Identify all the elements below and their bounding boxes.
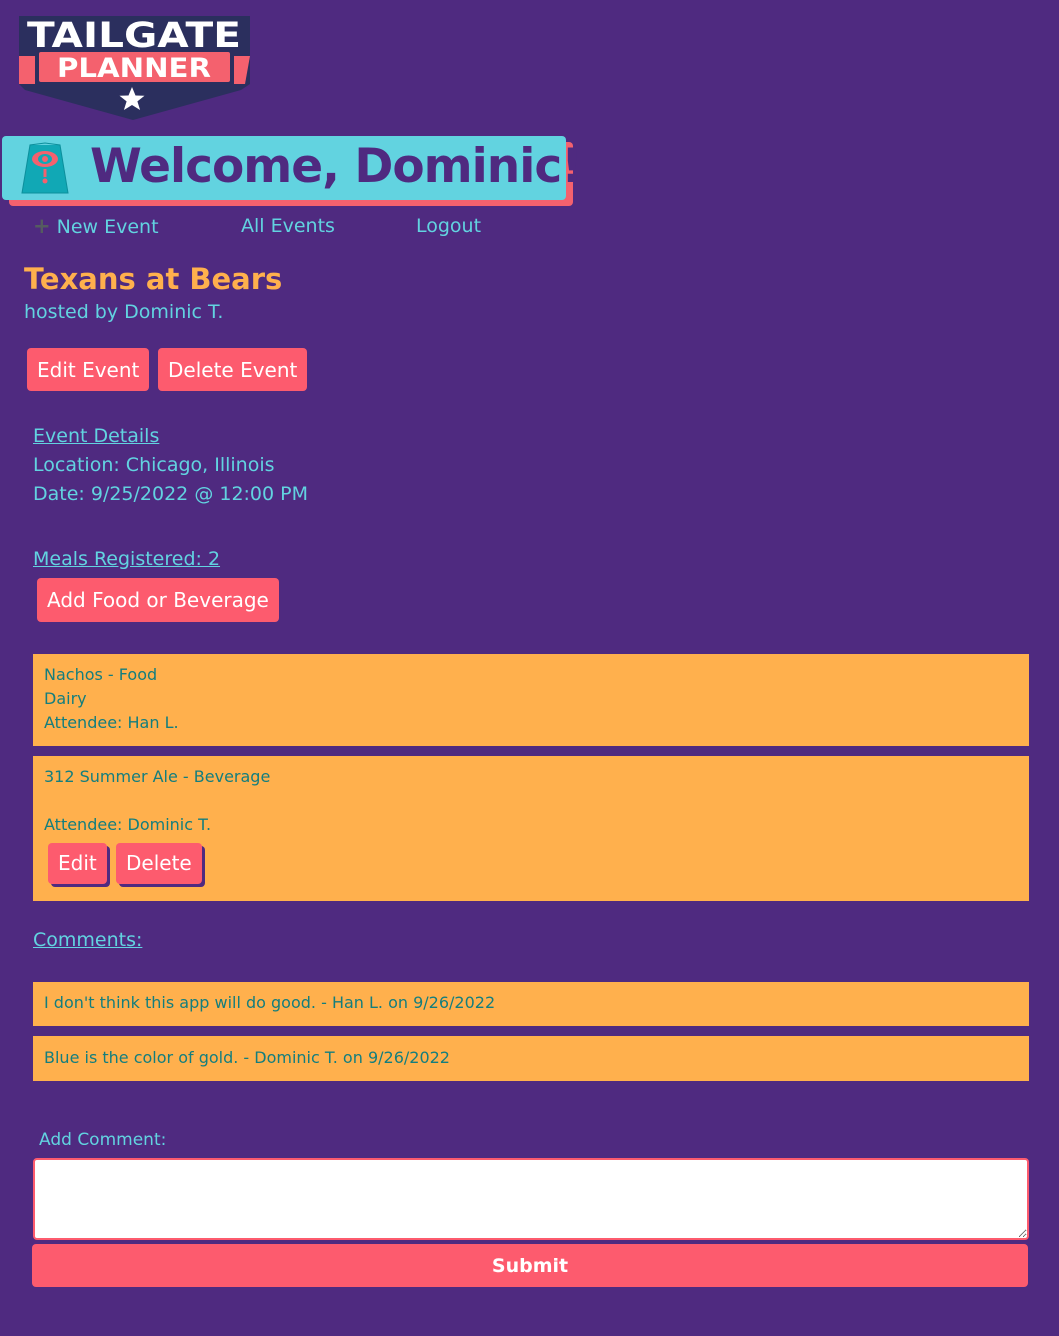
- event-host: hosted by Dominic T.: [24, 301, 224, 323]
- new-event-label: New Event: [56, 216, 159, 238]
- logo-line1: TAILGATE: [27, 16, 241, 56]
- edit-meal-button[interactable]: Edit: [48, 843, 107, 884]
- meal-attendee: Attendee: Han L.: [44, 713, 179, 732]
- event-date: Date: 9/25/2022 @ 12:00 PM: [33, 483, 308, 505]
- event-title: Texans at Bears: [24, 262, 283, 296]
- event-details-link[interactable]: Event Details: [33, 423, 159, 449]
- comment-card: Blue is the color of gold. - Dominic T. …: [33, 1036, 1029, 1081]
- comment-card: I don't think this app will do good. - H…: [33, 982, 1029, 1026]
- meals-registered-link[interactable]: Meals Registered: 2: [33, 546, 220, 572]
- logo-graphic: TAILGATE PLANNER: [19, 16, 250, 120]
- comment-text: I don't think this app will do good. - H…: [44, 993, 496, 1012]
- comment-input[interactable]: [33, 1158, 1029, 1240]
- all-events-link[interactable]: All Events: [241, 213, 335, 239]
- meal-attendee: Attendee: Dominic T.: [44, 815, 212, 834]
- new-event-link[interactable]: + New Event: [33, 213, 159, 240]
- submit-comment-button[interactable]: Submit: [32, 1244, 1028, 1287]
- welcome-banner-box: Welcome, Dominic!: [2, 136, 583, 200]
- logout-link[interactable]: Logout: [416, 213, 481, 239]
- welcome-heading: Welcome, Dominic!: [90, 139, 583, 194]
- app-logo[interactable]: TAILGATE PLANNER: [17, 14, 252, 122]
- add-comment-label: Add Comment:: [39, 1130, 167, 1150]
- meal-title: 312 Summer Ale - Beverage: [44, 767, 271, 786]
- meal-card: 312 Summer Ale - Beverage Attendee: Domi…: [33, 756, 1029, 901]
- welcome-banner: Welcome, Dominic!: [2, 136, 583, 208]
- delete-event-button[interactable]: Delete Event: [158, 348, 308, 391]
- comments-link[interactable]: Comments:: [33, 927, 142, 953]
- eye-tent-icon: [21, 142, 69, 194]
- meal-title: Nachos - Food: [44, 665, 158, 684]
- delete-meal-button[interactable]: Delete: [116, 843, 202, 884]
- logo-line2: PLANNER: [57, 53, 211, 84]
- add-food-button[interactable]: Add Food or Beverage: [37, 578, 279, 622]
- event-location: Location: Chicago, Illinois: [33, 454, 275, 476]
- meal-card: Nachos - Food Dairy Attendee: Han L.: [33, 654, 1029, 746]
- edit-event-button[interactable]: Edit Event: [27, 348, 150, 391]
- plus-icon: +: [33, 214, 51, 238]
- comment-text: Blue is the color of gold. - Dominic T. …: [44, 1048, 450, 1067]
- meal-note: Dairy: [44, 689, 87, 708]
